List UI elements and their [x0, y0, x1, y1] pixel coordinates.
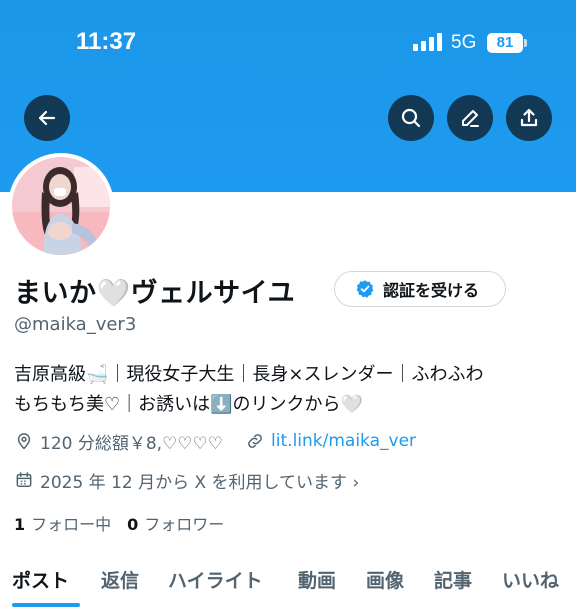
bio-line: 吉原高級🛁｜現役女子大生｜長身×スレンダー｜ふわふわ — [14, 364, 484, 385]
get-verified-button[interactable]: 認証を受ける — [334, 271, 506, 307]
tab-articles[interactable]: 記事 — [434, 566, 472, 593]
display-name-row: まいか🤍ヴェルサイユ — [14, 270, 295, 310]
joined-row: 2025 年 12 月から X を利用しています › — [14, 467, 359, 493]
follow-stats: 1 フォロー中 0 フォロワー — [14, 511, 224, 535]
following-label: フォロー中 — [31, 515, 112, 534]
link-icon — [248, 434, 262, 448]
battery-tip — [524, 39, 527, 47]
user-handle: @maika_ver3 — [14, 314, 137, 335]
profile-tabs: ポスト 返信 ハイライト 動画 画像 記事 いいね — [0, 560, 576, 609]
edit-button[interactable] — [447, 95, 493, 141]
tab-highlights[interactable]: ハイライト — [168, 566, 263, 593]
avatar[interactable] — [8, 153, 114, 259]
followers-label: フォロワー — [144, 515, 225, 534]
location-pin-icon — [17, 433, 31, 450]
following-stat[interactable]: 1 フォロー中 — [14, 511, 111, 535]
display-name: まいか🤍ヴェルサイユ — [14, 277, 296, 309]
search-button[interactable] — [388, 95, 434, 141]
tab-videos[interactable]: 動画 — [298, 566, 336, 593]
tab-photos[interactable]: 画像 — [366, 566, 404, 593]
verified-badge-icon — [356, 280, 374, 298]
get-verified-label: 認証を受ける — [383, 281, 480, 300]
status-bar: 11:37 5G 81 — [0, 0, 576, 88]
battery-icon: 81 — [487, 33, 523, 53]
search-icon — [401, 108, 421, 128]
calendar-icon — [16, 472, 32, 487]
followers-count: 0 — [127, 515, 139, 534]
signal-strength-icon — [413, 33, 443, 51]
share-button[interactable] — [506, 95, 552, 141]
followers-stat[interactable]: 0 フォロワー — [127, 511, 224, 535]
pencil-icon — [462, 110, 479, 127]
active-tab-indicator — [12, 603, 80, 607]
status-time: 11:37 — [76, 28, 137, 55]
back-button[interactable] — [24, 95, 70, 141]
tab-posts[interactable]: ポスト — [12, 566, 69, 593]
profile-meta-row: 120 分総額￥8,♡♡♡♡ lit.link/maika_ver — [14, 428, 416, 454]
avatar-image — [12, 157, 110, 255]
joined-text: 2025 年 12 月から X を利用しています › — [40, 472, 360, 493]
share-icon — [520, 108, 538, 127]
arrow-left-icon — [38, 110, 56, 126]
profile-bio: 吉原高級🛁｜現役女子大生｜長身×スレンダー｜ふわふわ もちもち美♡｜お誘いは⬇️… — [14, 360, 566, 420]
profile-link[interactable]: lit.link/maika_ver — [271, 431, 416, 451]
bio-line: もちもち美♡｜お誘いは⬇️のリンクから🤍 — [14, 394, 363, 415]
network-type: 5G — [451, 32, 477, 53]
tab-replies[interactable]: 返信 — [101, 566, 139, 593]
tab-likes[interactable]: いいね — [502, 566, 559, 593]
location-text: 120 分総額￥8,♡♡♡♡ — [40, 433, 224, 454]
following-count: 1 — [14, 515, 26, 534]
